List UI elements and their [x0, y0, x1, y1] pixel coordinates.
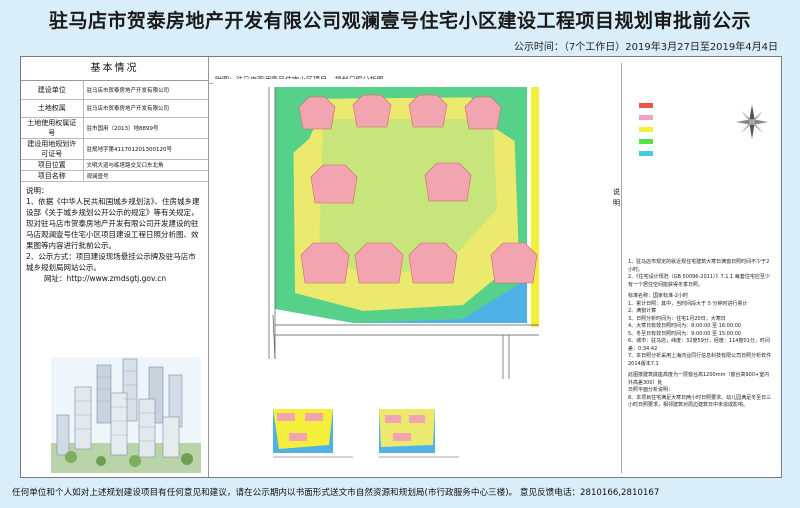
page-title: 驻马店市贺泰房地产开发有限公司观澜壹号住宅小区建设工程项目规划审批前公示: [48, 10, 751, 32]
basic-info-panel: 基本情况 建设单位 驻马店市贺泰房地产开发有限公司 土地权属 驻马店市贺泰房地产开发…: [21, 57, 209, 477]
info-label: 建设用地规划许可证号: [21, 138, 84, 160]
basic-info-table: 建设单位 驻马店市贺泰房地产开发有限公司 土地权属 驻马店市贺泰房地产开发有限公司 …: [21, 81, 208, 182]
description-line: 此图按建筑底座高度为一层窗台高1200mm（窗台高900+室内外高差300）处: [628, 372, 770, 386]
info-label: 土地权属: [21, 99, 84, 118]
footer-feedback: 任何单位和个人如对上述规划建设项目有任何意见和建议，请在公示期内以书面形式送文市…: [12, 488, 660, 498]
info-label: 项目位置: [21, 159, 84, 171]
detail-map-right: [375, 405, 465, 465]
info-value: 观澜壹号: [83, 170, 208, 182]
description-line: 7、本日照分析采用上海鸿业同行信息科技有限公司日照分析软件2014版本7.1: [628, 353, 772, 367]
info-label: 建设单位: [21, 81, 84, 100]
description-line: 8、本项目住宅满足大寒日两小时日照要求。幼儿园满足冬至日三小时日照要求，相邻建筑…: [628, 394, 772, 409]
info-row: 土地使用权属证号 驻市国用（2013）地8899号: [21, 117, 208, 139]
info-value: 驻市国用（2013）地8899号: [83, 117, 208, 139]
description-line: 6、城市：驻马店，纬度：32度59分，经度：114度01分，时间差：0:34:4…: [628, 338, 770, 352]
note-item: 1、依据《中华人民共和国城乡规划法》、住房城乡建设部《关于城乡规划公开公示的规定…: [26, 196, 200, 250]
detail-map-left: [269, 405, 359, 465]
info-value: 驻马店市贺泰房地产开发有限公司: [83, 81, 208, 100]
info-value: 驻规地字第411701201300120号: [83, 138, 208, 160]
info-value: 文明大道与练塔路交叉口东北角: [83, 159, 208, 171]
description-line: 标准名称：国家标准-2小时: [628, 293, 688, 299]
sunlight-analysis-map: [213, 79, 623, 379]
info-row: 土地权属 驻马店市贺泰房地产开发有限公司: [21, 99, 208, 118]
info-row: 建设单位 驻马店市贺泰房地产开发有限公司: [21, 81, 208, 100]
rendering-image: [51, 357, 201, 473]
notes-section: 说明： 1、依据《中华人民共和国城乡规划法》、住房城乡建设部《关于城乡规划公开公…: [21, 182, 208, 284]
description-line: 5、冬至日有效日照时间为：9:00:00 至 15:00:00: [628, 330, 742, 337]
notes-heading: 说明：: [26, 185, 49, 195]
website-link[interactable]: 网址：http://www.zmdsgtj.gov.cn: [26, 273, 203, 284]
description-column: 1、驻马店市规定的就近规住宅建筑大寒日满窗日照时间不少于2小时。 2、《住宅设计…: [621, 63, 779, 473]
description-line: 日照平面分析说明：: [628, 387, 674, 393]
publicity-time: 公示时间：（7个工作日）2019年3月27日至2019年4月4日: [513, 42, 778, 53]
description-line: 1、驻马店市规定的就近规住宅建筑大寒日满窗日照时间不少于2小时。: [628, 259, 770, 273]
info-value: 驻马店市贺泰房地产开发有限公司: [83, 99, 208, 118]
description-line: 4、大寒日有效日照时间为：8:00:00 至 16:00:00: [628, 323, 742, 329]
info-row: 项目名称 观澜壹号: [21, 170, 208, 182]
notice-sheet: 基本情况 建设单位 驻马店市贺泰房地产开发有限公司 土地权属 驻马店市贺泰房地产开发…: [20, 56, 782, 478]
sunlight-analysis-panel: 附图：驻马店观澜壹号住宅小区项目---规划日照分析图: [209, 57, 783, 477]
description-line: 1、累计日照：其中，当时间段大于 5 分钟时进行累计: [628, 300, 748, 307]
description-line: 3、日照分析时间为：住宅1月20日，大寒日: [628, 315, 726, 322]
note-item: 2、公示方式：项目建设现场悬挂公示牌及驻马店市城乡规划局网站公示。: [26, 251, 196, 272]
info-row: 项目位置 文明大道与练塔路交叉口东北角: [21, 159, 208, 171]
info-label: 土地使用权属证号: [21, 117, 84, 139]
info-row: 建设用地规划许可证号 驻规地字第411701201300120号: [21, 138, 208, 160]
description-line: 2、《住宅设计规范（GB 50096-2011）》7.1.1 每套住宅应至少有一…: [628, 274, 770, 288]
description-line: 2、满窗计算: [628, 308, 657, 314]
basic-info-heading: 基本情况: [21, 57, 208, 81]
info-label: 项目名称: [21, 170, 84, 182]
